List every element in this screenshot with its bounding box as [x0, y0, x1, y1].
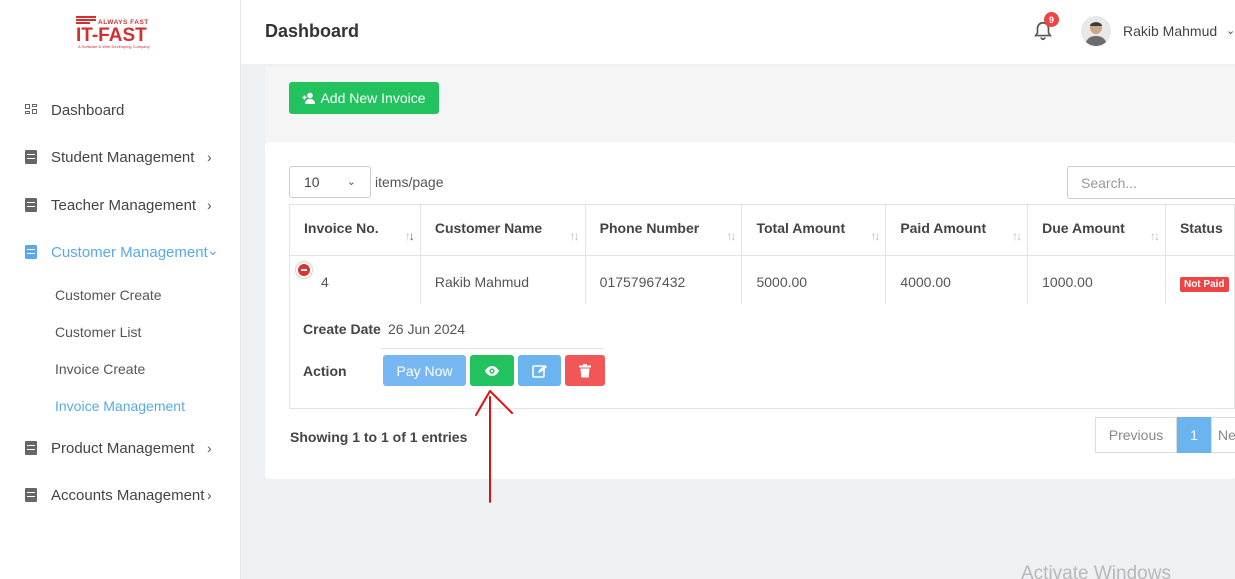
logo-tagline-bottom: A Software & Web Developing Company	[78, 44, 150, 49]
cell-paid-amount: 4000.00	[885, 255, 1029, 306]
delete-invoice-button[interactable]	[565, 355, 605, 386]
table-row: 4 Rakib Mahmud 01757967432 5000.00 4000.…	[289, 255, 1235, 306]
cell-phone-number: 01757967432	[584, 255, 743, 306]
search-input[interactable]	[1067, 166, 1235, 199]
collapse-row-icon[interactable]	[296, 262, 312, 278]
top-header: Dashboard 9 Rakib Mahmud ⌄	[241, 0, 1235, 64]
column-header-paid-amount[interactable]: Paid Amount ↑↓	[885, 204, 1029, 256]
sort-icon[interactable]: ↑↓	[405, 229, 415, 243]
pay-now-button[interactable]: Pay Now	[383, 355, 466, 386]
action-label: Action	[303, 363, 347, 379]
sort-icon[interactable]: ↑↓	[726, 229, 736, 243]
column-header-label: Total Amount	[756, 220, 846, 236]
page-title: Dashboard	[265, 21, 360, 41]
add-new-invoice-label: Add New Invoice	[320, 90, 426, 106]
sidebar-subitem-invoice-management[interactable]: Invoice Management	[55, 398, 185, 414]
chevron-right-icon: ›	[207, 149, 212, 165]
sidebar-item-label: Customer Management	[51, 243, 208, 261]
column-header-label: Status	[1179, 220, 1223, 236]
sidebar: ALWAYS FAST IT-FAST A Software & Web Dev…	[0, 0, 241, 579]
sidebar-item-label: Teacher Management	[51, 196, 197, 214]
dashboard-icon	[25, 103, 37, 117]
page-size-select[interactable]: 10 ⌄	[289, 166, 371, 198]
cell-customer-name: Rakib Mahmud	[419, 255, 586, 306]
column-header-label: Invoice No.	[304, 220, 379, 236]
column-header-due-amount[interactable]: Due Amount ↑↓	[1027, 204, 1166, 256]
column-header-label: Customer Name	[434, 220, 543, 236]
cell-due-amount: 1000.00	[1027, 255, 1166, 306]
column-header-label: Phone Number	[599, 220, 700, 236]
column-header-label: Due Amount	[1042, 220, 1125, 236]
edit-invoice-button[interactable]	[518, 355, 561, 386]
chevron-down-icon: ⌄	[346, 176, 356, 188]
table-header-row: Invoice No. ↑↓ Customer Name ↑↓ Phone Numb…	[289, 204, 1235, 256]
sort-icon[interactable]: ↑↓	[1150, 229, 1160, 243]
cell-invoice-no: 4	[289, 255, 421, 306]
pagination-page-1[interactable]: 1	[1177, 417, 1211, 453]
sort-icon[interactable]: ↑↓	[570, 229, 580, 243]
sidebar-item-product-management[interactable]: Product Management ›	[0, 433, 241, 463]
sidebar-item-student-management[interactable]: Student Management ›	[0, 142, 241, 172]
chevron-down-icon: ⌄	[207, 242, 219, 258]
sidebar-item-label: Product Management	[51, 439, 195, 457]
trash-icon	[579, 363, 591, 377]
sidebar-item-customer-management[interactable]: Customer Management ⌄	[0, 237, 241, 267]
view-invoice-button[interactable]	[470, 355, 514, 386]
user-avatar-icon	[1085, 22, 1107, 46]
sort-icon[interactable]: ↑↓	[870, 229, 880, 243]
notification-badge: 9	[1044, 12, 1059, 27]
sort-icon[interactable]: ↑↓	[1012, 229, 1022, 243]
entries-info: Showing 1 to 1 of 1 entries	[290, 429, 468, 445]
chevron-right-icon: ›	[207, 197, 212, 213]
edit-icon	[531, 364, 547, 378]
pagination-previous-button[interactable]: Previous	[1095, 417, 1177, 453]
it-fast-logo[interactable]: ALWAYS FAST IT-FAST A Software & Web Dev…	[76, 16, 168, 50]
column-header-total-amount[interactable]: Total Amount ↑↓	[741, 204, 887, 256]
create-date-value: 26 Jun 2024	[388, 321, 466, 337]
document-icon	[25, 150, 37, 164]
sidebar-item-label: Student Management	[51, 148, 195, 166]
sidebar-subitem-customer-list[interactable]: Customer List	[55, 324, 141, 340]
pagination: Previous 1 Next	[1095, 417, 1235, 453]
document-icon	[25, 245, 37, 259]
column-header-invoice-no[interactable]: Invoice No. ↑↓	[289, 204, 421, 256]
chevron-down-icon[interactable]: ⌄	[1226, 24, 1235, 37]
cell-status: Not Paid	[1164, 255, 1235, 306]
sidebar-item-accounts-management[interactable]: Accounts Management ›	[0, 480, 241, 510]
page-size-value: 10	[304, 174, 320, 190]
sidebar-subitem-customer-create[interactable]: Customer Create	[55, 287, 162, 303]
red-arrow-annotation	[475, 390, 513, 503]
sidebar-subitem-invoice-create[interactable]: Invoice Create	[55, 361, 145, 377]
column-header-customer-name[interactable]: Customer Name ↑↓	[419, 204, 586, 256]
eye-icon	[485, 365, 499, 376]
create-date-label: Create Date	[303, 321, 381, 337]
document-icon	[25, 441, 37, 455]
pay-now-label: Pay Now	[396, 362, 453, 379]
document-icon	[25, 488, 37, 502]
sidebar-item-label: Dashboard	[51, 101, 125, 119]
chevron-right-icon: ›	[207, 440, 212, 456]
sidebar-item-dashboard[interactable]: Dashboard	[0, 95, 241, 125]
invoice-table: Invoice No. ↑↓ Customer Name ↑↓ Phone Numb…	[289, 204, 1235, 306]
windows-watermark: Activate Windows	[1021, 563, 1171, 579]
column-header-label: Paid Amount	[900, 220, 987, 236]
add-new-invoice-button[interactable]: Add New Invoice	[289, 82, 439, 114]
chevron-right-icon: ›	[207, 487, 212, 503]
user-name[interactable]: Rakib Mahmud	[1123, 23, 1217, 39]
sidebar-item-teacher-management[interactable]: Teacher Management ›	[0, 190, 241, 220]
avatar[interactable]	[1081, 16, 1111, 46]
pagination-next-button[interactable]: Next	[1211, 417, 1235, 453]
status-badge: Not Paid	[1179, 276, 1229, 292]
document-icon	[25, 198, 37, 212]
items-per-page-label: items/page	[375, 174, 444, 190]
cell-total-amount: 5000.00	[741, 255, 887, 306]
column-header-phone-number[interactable]: Phone Number ↑↓	[584, 204, 743, 256]
add-user-icon	[302, 92, 316, 104]
column-header-status[interactable]: Status	[1164, 204, 1235, 256]
invoice-no-value: 4	[321, 273, 329, 290]
sidebar-item-label: Accounts Management	[51, 486, 205, 504]
divider	[381, 348, 604, 349]
